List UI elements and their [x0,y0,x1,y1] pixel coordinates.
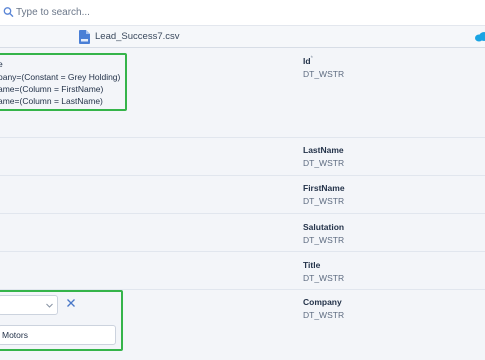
csv-file-icon [79,30,90,44]
close-icon[interactable] [66,298,76,308]
mapping-row-title: Title DT_WSTR [0,252,485,290]
expression-header: e [0,59,3,69]
file-name: Lead_Success7.csv [95,31,180,42]
field-type: DT_WSTR [303,273,345,283]
field-name: FirstName [303,183,345,193]
constant-value-input[interactable] [0,325,116,345]
required-marker: * [310,56,313,62]
chevron-down-icon [46,303,53,308]
salesforce-cloud-icon [475,32,485,42]
field-type: DT_WSTR [303,158,345,168]
mapping-row-lastname: LastName DT_WSTR [0,138,485,176]
field-type: DT_WSTR [303,235,345,245]
file-bar: Lead_Success7.csv [0,26,485,48]
mapping-row-salutation: Salutation DT_WSTR [0,214,485,252]
field-name-label: Id [303,56,311,66]
field-name: Company [303,297,342,307]
expression-line: ame=(Column = FirstName) [0,84,104,94]
mapping-row-firstname: FirstName DT_WSTR [0,176,485,214]
mapping-row-id: e pany=(Constant = Grey Holding) ame=(Co… [0,48,485,138]
field-type: DT_WSTR [303,310,345,320]
source-type-select[interactable] [0,295,58,315]
expression-line: pany=(Constant = Grey Holding) [0,72,121,82]
search-input[interactable] [16,3,396,21]
field-name: Salutation [303,222,345,232]
search-bar [0,0,485,26]
field-name: Id* [303,56,313,66]
field-type: DT_WSTR [303,69,345,79]
expression-box[interactable]: e pany=(Constant = Grey Holding) ame=(Co… [0,53,127,111]
search-icon [3,7,14,17]
field-name: Title [303,260,321,270]
field-name: LastName [303,145,344,155]
expression-line: ame=(Column = LastName) [0,96,103,106]
field-type: DT_WSTR [303,196,345,206]
